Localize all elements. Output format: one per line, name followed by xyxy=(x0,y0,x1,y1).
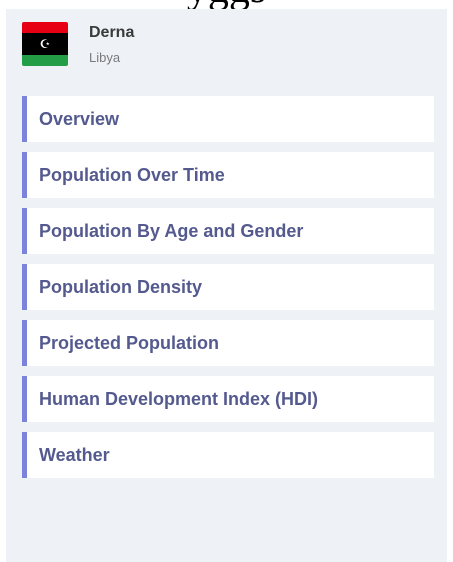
section-nav: Overview Population Over Time Population… xyxy=(22,96,434,488)
nav-item-population-density[interactable]: Population Density xyxy=(22,264,434,310)
nav-item-projected-population[interactable]: Projected Population xyxy=(22,320,434,366)
location-header: ☪ Derna Libya xyxy=(22,22,134,67)
nav-item-weather[interactable]: Weather xyxy=(22,432,434,478)
crescent-star-icon: ☪ xyxy=(39,37,51,51)
nav-item-hdi[interactable]: Human Development Index (HDI) xyxy=(22,376,434,422)
country-name: Libya xyxy=(89,50,121,65)
libya-flag-icon: ☪ xyxy=(22,22,68,66)
side-panel: ☪ Derna Libya Overview Population Over T… xyxy=(6,9,447,562)
city-name: Derna xyxy=(89,24,135,41)
nav-item-population-by-age-gender[interactable]: Population By Age and Gender xyxy=(22,208,434,254)
nav-item-overview[interactable]: Overview xyxy=(22,96,434,142)
nav-item-population-over-time[interactable]: Population Over Time xyxy=(22,152,434,198)
cropped-heading-fragment: yggs xyxy=(0,0,453,9)
